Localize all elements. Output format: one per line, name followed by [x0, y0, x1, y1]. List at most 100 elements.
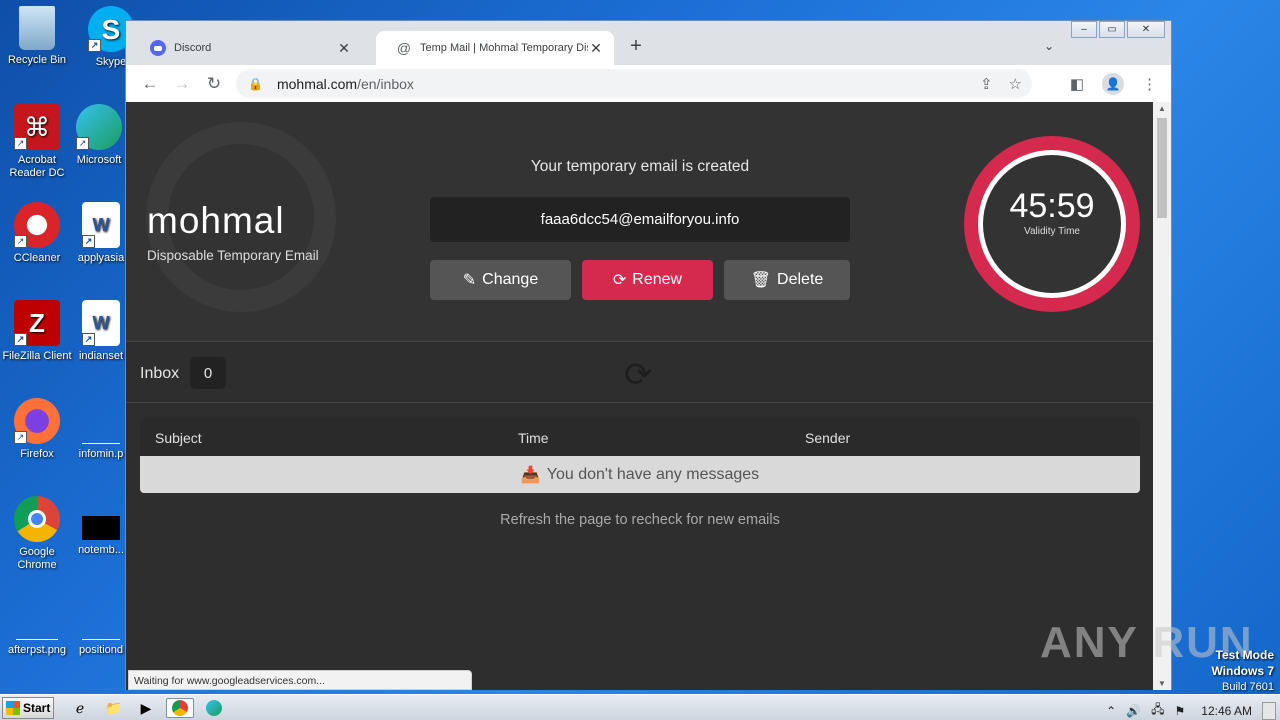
desktop-icon-ccleaner[interactable]: ↗ CCleaner — [0, 202, 74, 265]
chrome-taskbar-icon[interactable] — [166, 698, 194, 718]
minimize-button[interactable]: – — [1071, 21, 1097, 38]
bookmark-star-icon[interactable]: ☆ — [1009, 75, 1022, 93]
close-icon[interactable]: ✕ — [588, 40, 604, 57]
build-label: Build 7601 — [1222, 681, 1274, 693]
firefox-icon: ↗ — [14, 398, 60, 444]
delete-button[interactable]: 🗑 Delete — [724, 260, 850, 300]
empty-message: You don't have any messages — [546, 465, 760, 483]
side-panel-icon[interactable]: ◧ — [1070, 75, 1084, 93]
column-subject: Subject — [155, 430, 202, 446]
desktop-icon-label: infomin.p — [78, 448, 124, 460]
chrome-icon — [14, 496, 60, 542]
desktop-icon-label: indianset — [78, 350, 124, 362]
media-player-icon[interactable]: ▶ — [134, 698, 158, 718]
tab-discord[interactable]: Discord ✕ — [130, 31, 362, 65]
scroll-up-arrow-icon[interactable]: ▲ — [1153, 104, 1171, 113]
tab-title: Temp Mail | Mohmal Temporary Dispo — [420, 42, 588, 54]
tab-title: Discord — [174, 42, 212, 54]
test-mode-notice: Test Mode Windows 7 Build 7601 — [1211, 648, 1274, 695]
url-path: /en/inbox — [357, 75, 414, 92]
desktop-icon-label: Google Chrome — [17, 546, 57, 571]
show-desktop-button[interactable] — [1262, 701, 1276, 720]
renew-button[interactable]: ⟳ Renew — [582, 260, 713, 300]
site-logo[interactable]: mohmal — [147, 200, 285, 242]
maximize-button[interactable]: ▭ — [1099, 21, 1125, 38]
back-button[interactable]: ← — [134, 74, 166, 94]
desktop-icon-label: FileZilla Client — [2, 350, 72, 362]
tab-strip: Discord ✕ @ Temp Mail | Mohmal Temporary… — [126, 21, 1171, 65]
filezilla-icon: Z ↗ — [14, 300, 60, 346]
desktop-icon-afterpst[interactable]: afterpst.png — [0, 594, 74, 657]
lock-icon: 🔒 — [248, 76, 263, 91]
desktop-icon-chrome[interactable]: Google Chrome — [0, 496, 74, 572]
menu-icon[interactable]: ⋮ — [1142, 75, 1157, 93]
start-button[interactable]: Start — [2, 697, 54, 719]
network-icon[interactable]: 🖧 — [1151, 700, 1164, 720]
window-controls: – ▭ ✕ — [1071, 21, 1165, 38]
edge-icon: ↗ — [76, 104, 122, 150]
at-icon: @ — [396, 40, 412, 56]
tray-expand-icon[interactable]: ⌃ — [1106, 704, 1116, 718]
browser-toolbar: ← → ↻ 🔒 mohmal.com/en/inbox ⇪ ☆ ◧ 👤 ⋮ — [126, 65, 1171, 102]
page-scrollbar[interactable]: ▲ ▼ — [1153, 102, 1171, 690]
inbox-count-badge: 0 — [190, 357, 226, 389]
acrobat-icon: ⌘ ↗ — [14, 104, 60, 150]
word-document-icon: W ↗ — [82, 202, 120, 248]
reload-button[interactable]: ↻ — [198, 74, 230, 94]
inbox-bar: Inbox 0 ⟳ — [126, 343, 1154, 403]
scrollbar-thumb[interactable] — [1157, 118, 1167, 218]
chevron-down-icon[interactable]: ⌄ — [1044, 39, 1054, 53]
desktop-icon-label: applyasia — [77, 252, 125, 264]
profile-avatar[interactable]: 👤 — [1102, 73, 1124, 95]
tab-temp-mail[interactable]: @ Temp Mail | Mohmal Temporary Dispo ✕ — [376, 31, 614, 65]
start-label: Start — [23, 701, 51, 715]
new-tab-button[interactable]: + — [624, 35, 648, 58]
headline: Your temporary email is created — [530, 158, 750, 175]
close-window-button[interactable]: ✕ — [1127, 21, 1165, 38]
volume-icon[interactable]: 🔊 — [1126, 704, 1141, 718]
messages-table: Subject Time Sender 📥 You don't have any… — [140, 419, 1140, 493]
status-bar: Waiting for www.googleadservices.com... — [128, 670, 472, 690]
column-sender: Sender — [805, 430, 851, 446]
empty-inbox-row: 📥 You don't have any messages — [140, 456, 1140, 493]
refresh-icon[interactable]: ⟳ — [624, 355, 653, 395]
timer-value: 45:59 — [1009, 187, 1095, 225]
share-icon[interactable]: ⇪ — [980, 75, 993, 93]
taskbar: Start ℯ 📁 ▶ ⌃ 🔊 🖧 ⚑ 12:46 AM — [0, 694, 1280, 720]
clock[interactable]: 12:46 AM — [1201, 704, 1252, 718]
change-button-label: Change — [482, 271, 539, 288]
flag-icon[interactable]: ⚑ — [1175, 704, 1186, 718]
file-icon — [82, 594, 120, 640]
edge-taskbar-icon[interactable] — [202, 698, 226, 718]
browser-window: Discord ✕ @ Temp Mail | Mohmal Temporary… — [125, 20, 1172, 690]
inbox-tray-icon: 📥 — [520, 466, 541, 484]
desktop-icon-label: Microsoft — [76, 154, 122, 166]
desktop-icon-label: notemb... — [78, 544, 124, 556]
ccleaner-icon: ↗ — [14, 202, 60, 248]
pencil-icon: ✎ — [462, 272, 477, 289]
scroll-down-arrow-icon[interactable]: ▼ — [1153, 679, 1171, 688]
site-tagline: Disposable Temporary Email — [147, 248, 319, 263]
file-explorer-icon[interactable]: 📁 — [102, 698, 126, 718]
column-time: Time — [518, 430, 549, 446]
desktop-icon-label: positiond — [78, 644, 124, 656]
desktop-icon-recycle-bin[interactable]: Recycle Bin — [0, 6, 74, 67]
delete-button-label: Delete — [777, 271, 824, 288]
image-file-icon — [16, 594, 58, 640]
trash-icon: 🗑 — [750, 272, 772, 289]
file-icon — [82, 516, 120, 540]
email-address[interactable]: faaa6dcc54@emailforyou.info — [430, 197, 850, 242]
refresh-icon: ⟳ — [612, 272, 627, 289]
forward-button[interactable]: → — [166, 74, 198, 94]
address-bar[interactable]: 🔒 mohmal.com/en/inbox ⇪ ☆ — [236, 69, 1032, 98]
internet-explorer-icon[interactable]: ℯ — [68, 698, 92, 718]
desktop-icon-firefox[interactable]: ↗ Firefox — [0, 398, 74, 461]
windows-logo-icon — [6, 701, 20, 715]
change-button[interactable]: ✎ Change — [430, 260, 571, 300]
desktop-icon-label: Recycle Bin — [7, 54, 67, 66]
desktop-icon-label: Skype — [95, 56, 127, 68]
desktop-icon-filezilla[interactable]: Z ↗ FileZilla Client — [0, 300, 74, 363]
discord-icon — [150, 40, 166, 56]
close-icon[interactable]: ✕ — [336, 40, 352, 57]
desktop-icon-label: Firefox — [20, 448, 54, 460]
